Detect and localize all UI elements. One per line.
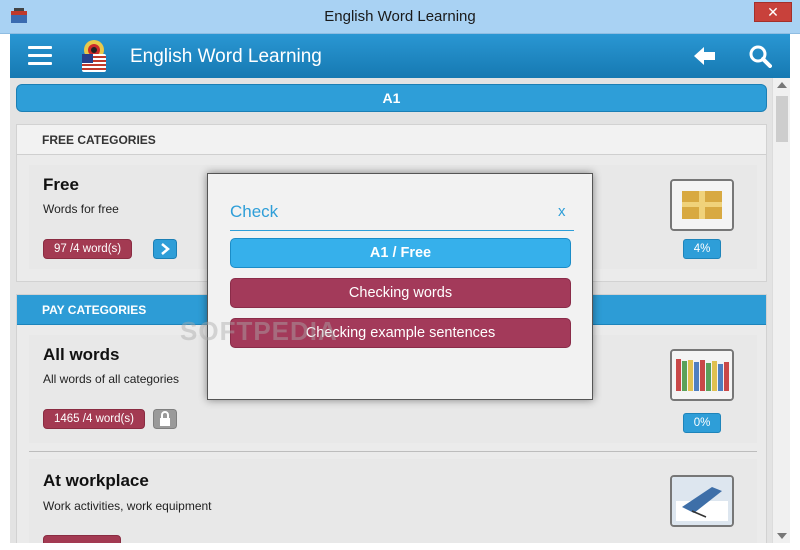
scroll-up-icon[interactable] bbox=[777, 82, 787, 88]
workplace-image bbox=[670, 475, 734, 527]
word-count-badge: 1465 /4 word(s) bbox=[43, 409, 145, 429]
dialog-close-button[interactable]: x bbox=[558, 203, 566, 220]
app-logo bbox=[82, 40, 106, 72]
progress-badge: 0% bbox=[683, 413, 721, 433]
category-card-at-workplace[interactable]: At workplace Work activities, work equip… bbox=[29, 459, 757, 543]
scroll-down-icon[interactable] bbox=[777, 533, 787, 539]
progress-badge: 4% bbox=[683, 239, 721, 259]
lock-icon[interactable] bbox=[153, 409, 177, 429]
gift-box-image bbox=[670, 179, 734, 231]
dialog-divider bbox=[230, 230, 574, 231]
dialog-title: Check bbox=[230, 202, 279, 221]
word-count-badge bbox=[43, 535, 121, 543]
checking-words-button[interactable]: Checking words bbox=[230, 278, 571, 308]
app-title: English Word Learning bbox=[130, 46, 322, 67]
back-arrow-icon[interactable] bbox=[694, 45, 716, 67]
search-icon[interactable] bbox=[748, 44, 772, 68]
app-header: English Word Learning bbox=[10, 34, 790, 78]
chevron-right-icon[interactable] bbox=[153, 239, 177, 259]
checking-sentences-button[interactable]: Checking example sentences bbox=[230, 318, 571, 348]
section-header-free: FREE CATEGORIES bbox=[17, 125, 766, 155]
card-divider bbox=[29, 451, 757, 452]
card-title: At workplace bbox=[43, 471, 149, 490]
level-category-button[interactable]: A1 / Free bbox=[230, 238, 571, 268]
check-dialog: Check x A1 / Free Checking words Checkin… bbox=[207, 173, 593, 400]
window-title: English Word Learning bbox=[324, 8, 476, 25]
card-title: Free bbox=[43, 175, 79, 194]
books-image bbox=[670, 349, 734, 401]
window-titlebar: English Word Learning ✕ bbox=[0, 0, 800, 34]
card-description: Words for free bbox=[43, 202, 119, 216]
scroll-thumb[interactable] bbox=[776, 96, 788, 142]
card-description: All words of all categories bbox=[43, 372, 180, 386]
hamburger-icon[interactable] bbox=[28, 46, 52, 66]
card-title: All words bbox=[43, 345, 120, 364]
level-selector[interactable]: A1 bbox=[16, 84, 767, 112]
vertical-scrollbar[interactable] bbox=[772, 78, 790, 543]
window-close-button[interactable]: ✕ bbox=[754, 2, 792, 22]
card-description: Work activities, work equipment bbox=[43, 499, 212, 513]
word-count-badge: 97 /4 word(s) bbox=[43, 239, 133, 259]
